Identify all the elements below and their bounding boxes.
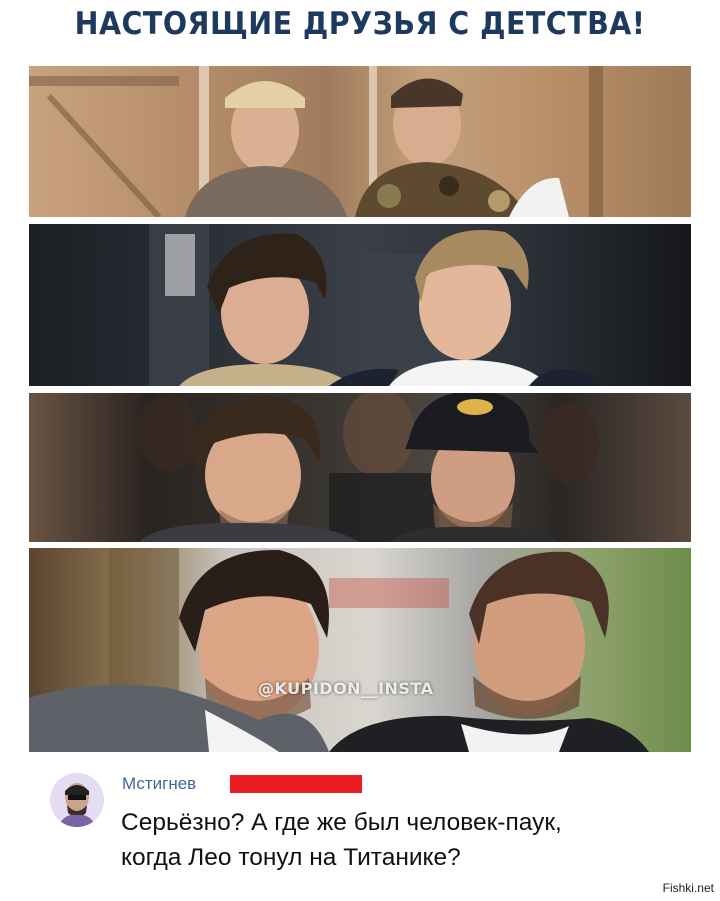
recent-photo: [29, 548, 691, 752]
source-label: Fishki.net: [662, 881, 714, 895]
teen-photo: [29, 224, 691, 386]
comment-text: Серьёзно? А где же был человек-паук, ког…: [121, 805, 691, 875]
comment-line: Серьёзно? А где же был человек-паук,: [121, 809, 562, 836]
redaction-bar: [230, 775, 362, 793]
watermark: @KUPIDON__INSTA: [258, 679, 434, 698]
adult-photo: [29, 393, 691, 542]
childhood-photo: [29, 66, 691, 217]
comment-author[interactable]: Мстигнев: [122, 774, 196, 794]
avatar[interactable]: [50, 773, 104, 827]
meme-title: НАСТОЯЩИЕ ДРУЗЬЯ С ДЕТСТВА!: [74, 6, 646, 42]
comment-line: когда Лео тонул на Титанике?: [121, 844, 461, 871]
